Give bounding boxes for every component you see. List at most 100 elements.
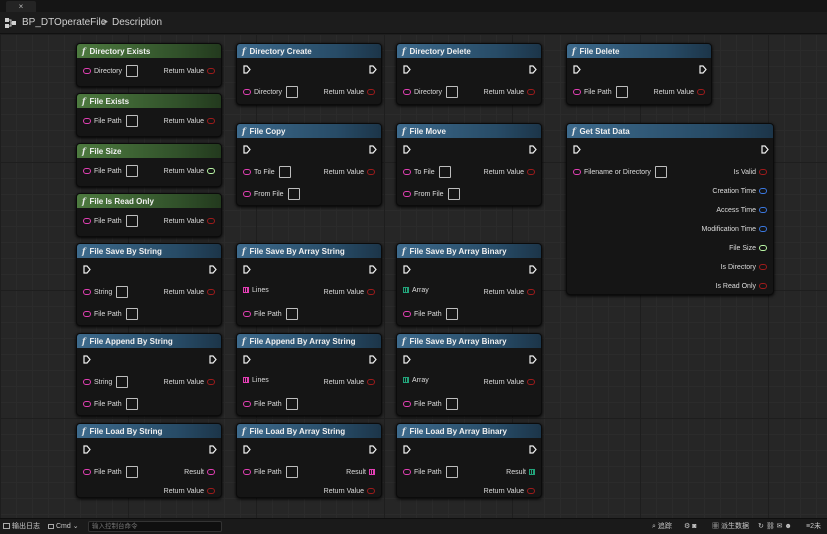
exec-in-pin-icon[interactable] [403,145,411,154]
node-header[interactable]: f File Is Read Only [77,194,221,208]
input-pin[interactable]: File Path [243,466,298,478]
node-file-load-by-string[interactable]: f File Load By String File Path Result Retur… [76,423,222,498]
byte-array-pin-icon[interactable] [529,469,535,476]
output-pin[interactable]: File Size [729,244,767,253]
output-pin[interactable]: Return Value [484,168,535,177]
exec-in-pin-icon[interactable] [573,145,581,154]
value-field[interactable] [278,166,291,178]
bool-pin-icon[interactable] [207,488,215,495]
source-control-button[interactable]: ≡2未 [806,522,821,532]
node-file-is-read-only[interactable]: f File Is Read Only File Path Return Value [76,193,222,237]
output-pin[interactable]: Return Value [164,167,215,176]
node-directory-create[interactable]: f Directory Create Directory Return Value [236,43,382,105]
node-header[interactable]: f File Exists [77,94,221,108]
input-pin[interactable]: File Path [403,466,458,478]
output-pin[interactable]: Return Value [164,487,215,496]
bool-pin-icon[interactable] [527,89,535,96]
exec-out-pin-icon[interactable] [369,65,377,74]
output-pin[interactable]: Is Valid [734,168,767,177]
node-file-size[interactable]: f File Size File Path Return Value [76,143,222,187]
exec-out-pin-icon[interactable] [529,145,537,154]
input-pin[interactable]: Directory [403,86,459,98]
node-file-delete[interactable]: f File Delete File Path Return Value [566,43,712,105]
input-pin[interactable]: To File [243,166,291,178]
exec-in-pin-icon[interactable] [243,445,251,454]
node-file-load-by-array-string[interactable]: f File Load By Array String File Path Resul… [236,423,382,498]
exec-out-pin-icon[interactable] [529,65,537,74]
string-pin-icon[interactable] [83,168,91,174]
exec-out-pin-icon[interactable] [209,445,217,454]
input-pin[interactable]: Lines [243,376,269,385]
bool-pin-icon[interactable] [367,169,375,176]
exec-in-pin-icon[interactable] [83,355,91,364]
value-field[interactable] [438,166,451,178]
exec-out-pin-icon[interactable] [369,145,377,154]
exec-out-pin-icon[interactable] [529,355,537,364]
string-pin-icon[interactable] [243,89,251,95]
input-pin[interactable]: Directory [243,86,299,98]
datetime-pin-icon[interactable] [759,226,767,233]
output-pin[interactable]: Is Directory [721,263,767,272]
exec-in-pin-icon[interactable] [403,65,411,74]
node-file-move[interactable]: f File Move To File From File Return Value [396,123,542,206]
string-pin-icon[interactable] [83,118,91,124]
node-directory-delete[interactable]: f Directory Delete Directory Return Value [396,43,542,105]
value-field[interactable] [116,286,129,298]
string-pin-icon[interactable] [83,218,91,224]
int64-pin-icon[interactable] [207,168,215,175]
camera-icon[interactable]: ◙ [692,523,696,530]
input-pin[interactable]: File Path [83,308,138,320]
input-pin[interactable]: File Path [403,308,458,320]
console-command-input[interactable] [88,521,222,532]
string-pin-icon[interactable] [403,191,411,197]
exec-in-pin-icon[interactable] [243,145,251,154]
node-file-save-by-string[interactable]: f File Save By String String File Path Retur… [76,243,222,326]
node-file-save-by-array-string[interactable]: f File Save By Array String Lines File Path… [236,243,382,326]
output-pin[interactable]: Return Value [484,288,535,297]
output-pin[interactable]: Result [184,468,215,477]
close-tab-button[interactable]: × [6,1,36,12]
string-pin-icon[interactable] [83,379,91,385]
node-header[interactable]: f File Delete [567,44,711,58]
node-header[interactable]: f File Append By Array String [237,334,381,348]
string-pin-icon[interactable] [573,169,581,175]
datetime-pin-icon[interactable] [759,188,767,195]
value-field[interactable] [125,466,138,478]
input-pin[interactable]: Lines [243,286,269,295]
input-pin[interactable]: File Path [243,398,298,410]
bool-pin-icon[interactable] [527,488,535,495]
string-pin-icon[interactable] [403,401,411,407]
node-header[interactable]: f File Save By String [77,244,221,258]
trace-button[interactable]: ⌕ 追踪 [652,522,672,532]
output-pin[interactable]: Creation Time [712,187,767,196]
node-header[interactable]: f File Save By Array Binary [397,244,541,258]
node-file-copy[interactable]: f File Copy To File From File Return Value [236,123,382,206]
byte-array-pin-icon[interactable] [403,287,409,294]
output-pin[interactable]: Return Value [164,217,215,226]
output-pin[interactable]: Return Value [324,378,375,387]
string-array-pin-icon[interactable] [243,377,249,384]
value-field[interactable] [285,466,298,478]
bool-pin-icon[interactable] [527,169,535,176]
node-header[interactable]: f File Load By String [77,424,221,438]
node-header[interactable]: f File Copy [237,124,381,138]
input-pin[interactable]: String [83,286,129,298]
input-pin[interactable]: File Path [83,466,138,478]
link-icon[interactable]: ⛓ [766,523,775,530]
bool-pin-icon[interactable] [759,264,767,271]
datetime-pin-icon[interactable] [759,207,767,214]
node-header[interactable]: f Directory Exists [77,44,221,58]
input-pin[interactable]: Array [403,376,429,385]
string-pin-icon[interactable] [403,469,411,475]
user-icon[interactable]: ☻ [785,523,792,530]
output-pin[interactable]: Return Value [484,88,535,97]
output-pin[interactable]: Result [506,468,535,477]
node-file-save-by-array-binary[interactable]: f File Save By Array Binary Array File Path… [396,333,542,416]
value-field[interactable] [125,215,138,227]
breadcrumb-blueprint[interactable]: BP_DTOperateFile [22,17,106,28]
node-header[interactable]: f File Save By Array String [237,244,381,258]
value-field[interactable] [125,115,138,127]
output-log-button[interactable]: 输出日志 [3,522,40,532]
value-field[interactable] [447,188,460,200]
node-header[interactable]: f Directory Delete [397,44,541,58]
